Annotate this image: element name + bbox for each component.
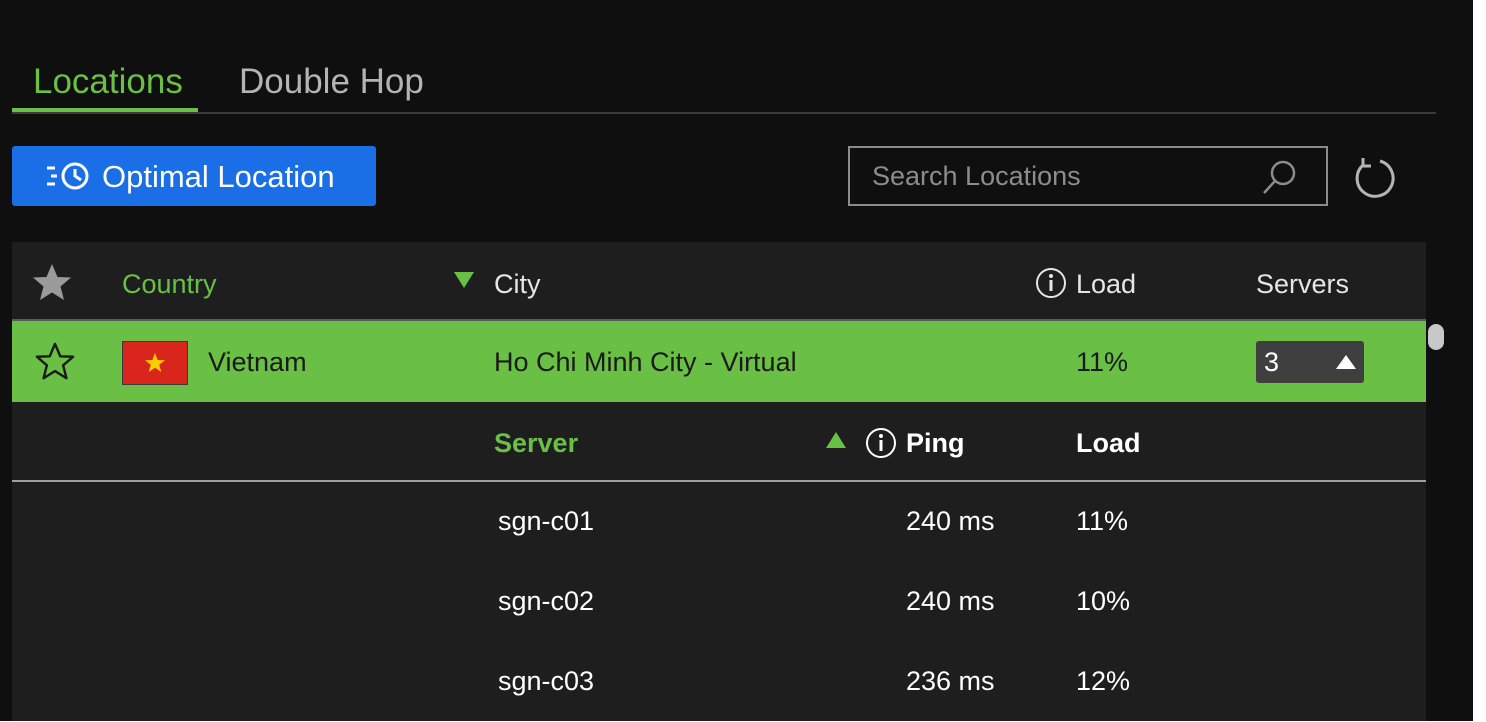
search-input[interactable] <box>872 156 1252 196</box>
server-list-header: Server Ping Load <box>12 402 1426 480</box>
server-name: sgn-c01 <box>498 506 595 536</box>
country-name: Vietnam <box>208 347 307 377</box>
city-name: Ho Chi Minh City - Virtual <box>494 347 797 377</box>
optimal-location-label: Optimal Location <box>102 159 335 194</box>
server-row[interactable]: sgn-c02 240 ms 10% <box>12 562 1426 642</box>
sort-down-icon[interactable] <box>454 272 474 288</box>
servers-count: 3 <box>1264 347 1280 377</box>
sort-up-icon[interactable] <box>826 432 846 448</box>
search-box <box>848 146 1328 206</box>
server-ping: 236 ms <box>906 666 995 696</box>
server-row[interactable]: sgn-c03 236 ms 12% <box>12 642 1426 722</box>
location-row-vietnam[interactable]: Vietnam Ho Chi Minh City - Virtual 11% 3 <box>12 321 1426 402</box>
clock-list-icon <box>47 162 89 190</box>
location-load: 11% <box>1076 347 1129 377</box>
search-icon[interactable] <box>1260 158 1300 198</box>
server-column-header[interactable]: Server <box>494 428 578 459</box>
vietnam-flag-icon <box>122 341 188 385</box>
tab-double-hop[interactable]: Double Hop <box>239 62 424 102</box>
ping-column-header[interactable]: Ping <box>906 428 965 459</box>
load-column-header[interactable]: Load <box>1076 269 1136 300</box>
window-edge <box>1473 0 1486 721</box>
vpn-app-window: Locations Double Hop Optimal Location Se… <box>0 0 1473 721</box>
server-name: sgn-c02 <box>498 586 595 616</box>
server-row[interactable]: sgn-c01 240 ms 11% <box>12 482 1426 562</box>
info-icon[interactable] <box>1035 267 1067 299</box>
server-load: 11% <box>1076 506 1129 536</box>
locations-table: Country City Load Servers Vietnam Ho Chi… <box>12 242 1426 721</box>
server-name: sgn-c03 <box>498 666 595 696</box>
refresh-icon[interactable] <box>1352 156 1396 200</box>
servers-column-header[interactable]: Servers <box>1256 269 1349 300</box>
country-column-header[interactable]: Country <box>122 269 217 300</box>
info-icon[interactable] <box>865 427 897 459</box>
server-load: 10% <box>1076 586 1131 616</box>
server-load-column-header[interactable]: Load <box>1076 428 1141 459</box>
table-header: Country City Load Servers <box>12 242 1426 320</box>
star-filled-icon[interactable] <box>30 261 74 305</box>
caret-up-icon <box>1336 355 1356 369</box>
optimal-location-button[interactable]: Optimal Location <box>12 146 376 206</box>
tab-locations[interactable]: Locations <box>33 62 183 102</box>
server-load: 12% <box>1076 666 1131 696</box>
server-ping: 240 ms <box>906 586 995 616</box>
scrollbar-thumb[interactable] <box>1428 324 1444 350</box>
server-ping: 240 ms <box>906 506 995 536</box>
star-outline-icon[interactable] <box>34 341 76 383</box>
servers-dropdown[interactable]: 3 <box>1256 341 1364 383</box>
tab-divider <box>12 112 1436 114</box>
city-column-header[interactable]: City <box>494 269 541 300</box>
